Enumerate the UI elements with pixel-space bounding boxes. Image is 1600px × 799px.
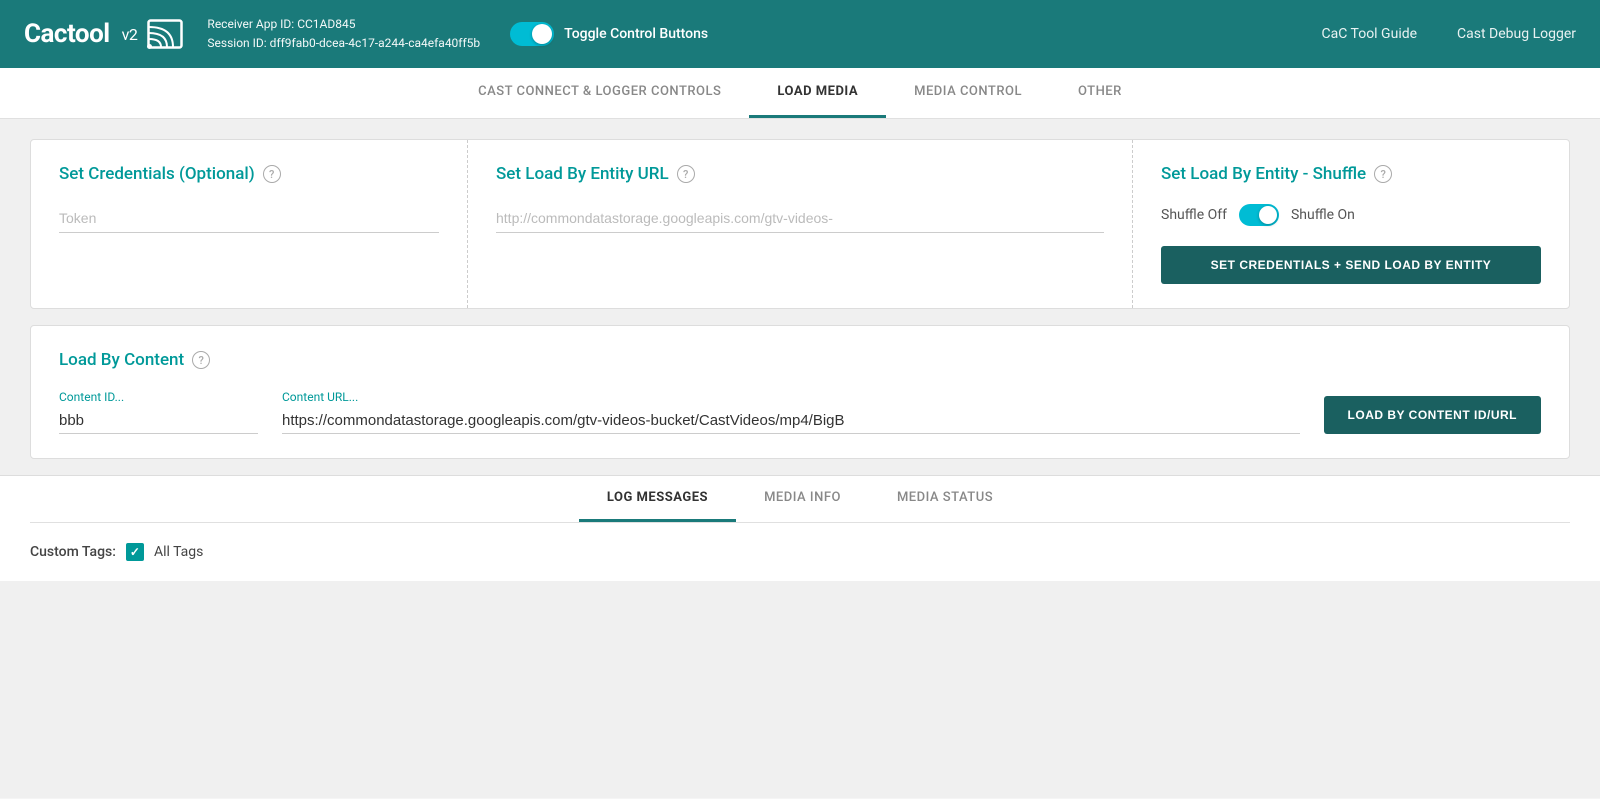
entity-shuffle-help-icon[interactable]: ?	[1374, 165, 1392, 183]
credentials-card: Set Credentials (Optional) ?	[31, 140, 468, 308]
shuffle-off-label: Shuffle Off	[1161, 207, 1227, 223]
load-by-content-card: Load By Content ? Content ID... Content …	[30, 325, 1570, 459]
toggle-control-buttons-label: Toggle Control Buttons	[564, 26, 708, 42]
shuffle-on-label: Shuffle On	[1291, 207, 1355, 223]
session-id: Session ID: dff9fab0-dcea-4c17-a244-ca4e…	[207, 34, 480, 53]
app-version: v2	[122, 25, 138, 44]
bottom-section: LOG MESSAGES MEDIA INFO MEDIA STATUS Cus…	[0, 475, 1600, 581]
all-tags-checkbox[interactable]	[126, 543, 144, 561]
header-nav: CaC Tool Guide Cast Debug Logger	[1322, 26, 1577, 42]
tab-load-media[interactable]: LOAD MEDIA	[749, 68, 886, 118]
set-credentials-send-load-by-entity-button[interactable]: SET CREDENTIALS + SEND LOAD BY ENTITY	[1161, 246, 1541, 284]
content-id-label: Content ID...	[59, 390, 258, 404]
tab-media-info[interactable]: MEDIA INFO	[736, 476, 869, 522]
entity-shuffle-card: Set Load By Entity - Shuffle ? Shuffle O…	[1133, 140, 1569, 308]
credentials-help-icon[interactable]: ?	[263, 165, 281, 183]
custom-tags-label: Custom Tags:	[30, 544, 116, 560]
top-card-row: Set Credentials (Optional) ? Set Load By…	[30, 139, 1570, 309]
log-messages-content: Custom Tags: All Tags	[30, 523, 1570, 581]
entity-shuffle-card-title: Set Load By Entity - Shuffle ?	[1161, 164, 1541, 184]
shuffle-toggle-switch[interactable]	[1239, 204, 1279, 226]
load-by-content-help-icon[interactable]: ?	[192, 351, 210, 369]
content-url-label: Content URL...	[282, 390, 1300, 404]
nav-cac-tool-guide[interactable]: CaC Tool Guide	[1322, 26, 1418, 42]
load-by-content-title: Load By Content ?	[59, 350, 1541, 370]
custom-tags-row: Custom Tags: All Tags	[30, 543, 1570, 561]
load-by-content-id-url-button[interactable]: LOAD BY CONTENT ID/URL	[1324, 396, 1541, 434]
all-tags-label: All Tags	[154, 544, 203, 560]
token-input[interactable]	[59, 204, 439, 233]
app-header: Cactool v2 Receiver App ID: CC1AD845 Ses…	[0, 0, 1600, 68]
content-url-input[interactable]	[282, 408, 1300, 434]
session-info: Receiver App ID: CC1AD845 Session ID: df…	[207, 15, 480, 53]
main-tabs: CAST CONNECT & LOGGER CONTROLS LOAD MEDI…	[0, 68, 1600, 119]
tab-cast-connect[interactable]: CAST CONNECT & LOGGER CONTROLS	[450, 68, 749, 118]
entity-url-help-icon[interactable]: ?	[677, 165, 695, 183]
entity-url-card: Set Load By Entity URL ?	[468, 140, 1133, 308]
shuffle-toggle-row: Shuffle Off Shuffle On	[1161, 204, 1541, 226]
cast-icon	[147, 19, 183, 49]
app-logo: Cactool v2	[24, 19, 183, 49]
credentials-card-title: Set Credentials (Optional) ?	[59, 164, 439, 184]
app-name: Cactool	[24, 19, 110, 49]
toggle-control-buttons-section: Toggle Control Buttons	[510, 22, 708, 46]
content-row: Content ID... Content URL... LOAD BY CON…	[59, 390, 1541, 434]
entity-url-card-title: Set Load By Entity URL ?	[496, 164, 1104, 184]
tab-other[interactable]: OTHER	[1050, 68, 1150, 118]
bottom-tabs: LOG MESSAGES MEDIA INFO MEDIA STATUS	[30, 476, 1570, 523]
receiver-app-id: Receiver App ID: CC1AD845	[207, 15, 480, 34]
entity-url-input[interactable]	[496, 204, 1104, 233]
tab-log-messages[interactable]: LOG MESSAGES	[579, 476, 736, 522]
content-url-field: Content URL...	[282, 390, 1300, 434]
nav-cast-debug-logger[interactable]: Cast Debug Logger	[1457, 26, 1576, 42]
main-content: Set Credentials (Optional) ? Set Load By…	[0, 119, 1600, 798]
content-id-field: Content ID...	[59, 390, 258, 434]
tab-media-status[interactable]: MEDIA STATUS	[869, 476, 1021, 522]
tab-media-control[interactable]: MEDIA CONTROL	[886, 68, 1050, 118]
content-id-input[interactable]	[59, 408, 258, 434]
toggle-control-buttons-switch[interactable]	[510, 22, 554, 46]
